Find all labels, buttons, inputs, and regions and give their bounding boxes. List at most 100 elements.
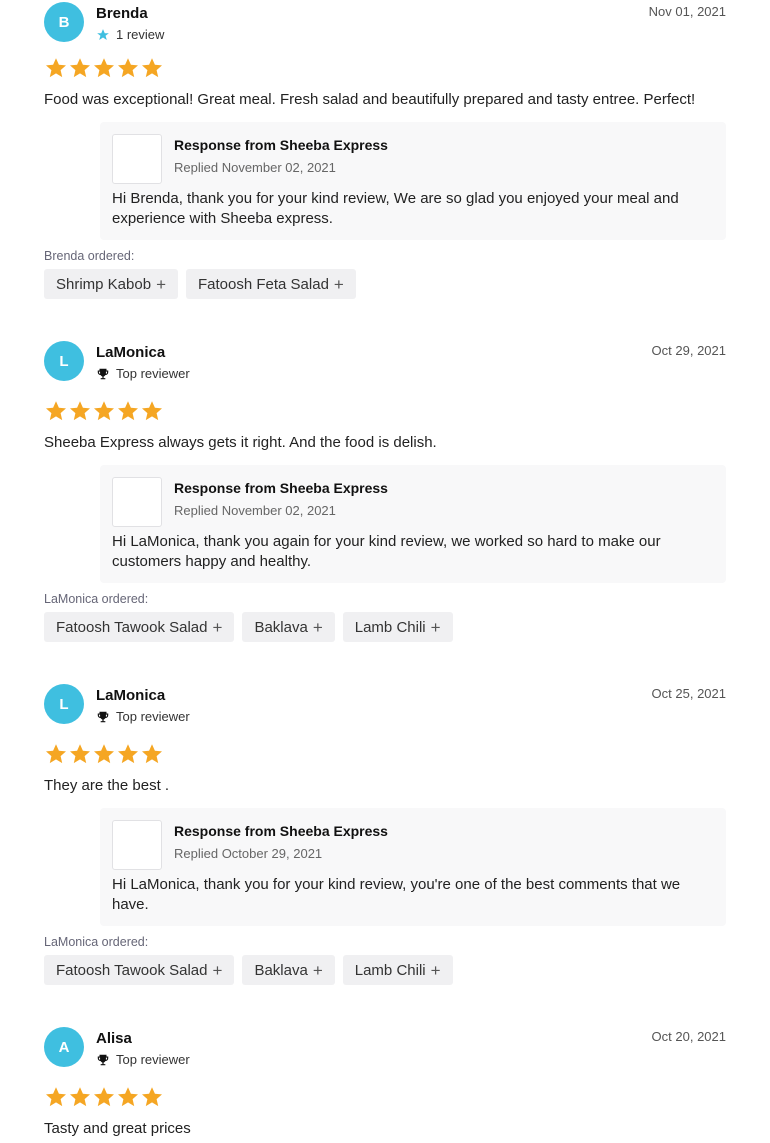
- response-date: Replied October 29, 2021: [174, 846, 323, 861]
- trophy-icon: [96, 367, 110, 381]
- review-date: Oct 29, 2021: [651, 343, 726, 358]
- owner-response: Response from Sheeba Express Replied Oct…: [100, 808, 726, 926]
- star-rating: [44, 399, 164, 423]
- review-text: Tasty and great prices: [44, 1120, 191, 1137]
- ordered-item-chip[interactable]: Lamb Chili +: [342, 955, 453, 985]
- star-icon: [118, 58, 138, 78]
- plus-icon: +: [156, 274, 166, 294]
- star-icon: [94, 58, 114, 78]
- ordered-item-chip[interactable]: Fatoosh Feta Salad +: [186, 269, 356, 299]
- avatar: A: [44, 1027, 84, 1067]
- item-label: Fatoosh Tawook Salad: [56, 618, 208, 636]
- avatar: B: [44, 2, 84, 42]
- plus-icon: +: [212, 617, 223, 637]
- trophy-icon: [96, 710, 110, 724]
- restaurant-logo: [112, 134, 162, 184]
- ordered-items: Fatoosh Tawook Salad + Baklava + Lamb Chil…: [44, 612, 453, 642]
- star-rating: [44, 1085, 164, 1109]
- star-icon: [46, 744, 66, 764]
- ordered-items: Shrimp Kabob + Fatoosh Feta Salad +: [44, 269, 356, 299]
- response-body: Hi Brenda, thank you for your kind revie…: [112, 190, 679, 227]
- star-icon: [94, 744, 114, 764]
- response-title: Response from Sheeba Express: [174, 137, 388, 153]
- reviewer-name[interactable]: LaMonica: [96, 687, 165, 704]
- reviewer-name[interactable]: Brenda: [96, 5, 148, 22]
- review-date: Oct 20, 2021: [651, 1029, 726, 1044]
- ordered-items: Fatoosh Tawook Salad + Baklava + Lamb Chil…: [44, 955, 453, 985]
- plus-icon: +: [312, 960, 323, 980]
- star-icon: [142, 58, 162, 78]
- ordered-item-chip[interactable]: Fatoosh Tawook Salad +: [44, 955, 235, 985]
- reviewer-name[interactable]: LaMonica: [96, 344, 165, 361]
- ordered-item-chip[interactable]: Baklava +: [242, 955, 335, 985]
- star-icon: [46, 58, 66, 78]
- avatar: L: [44, 341, 84, 381]
- reviewer-meta: Top reviewer: [96, 1052, 190, 1067]
- star-icon: [118, 744, 138, 764]
- star-rating: [44, 742, 164, 766]
- response-title: Response from Sheeba Express: [174, 823, 388, 839]
- plus-icon: +: [333, 274, 344, 294]
- review-card: A Alisa Top reviewer Oct 20, 2021 Tasty …: [44, 1025, 726, 1143]
- star-icon: [142, 1087, 162, 1107]
- item-label: Baklava: [254, 618, 308, 636]
- plus-icon: +: [312, 617, 323, 637]
- reviewer-badge: 1 review: [116, 27, 165, 42]
- star-rating: [44, 56, 164, 80]
- star-icon: [70, 58, 90, 78]
- trophy-icon: [96, 1053, 110, 1067]
- ordered-label: Brenda ordered:: [44, 249, 135, 263]
- item-label: Fatoosh Feta Salad: [198, 275, 329, 293]
- review-text: They are the best .: [44, 777, 170, 794]
- reviews-feed: B Brenda 1 review Nov 01, 2021 Food was …: [0, 0, 770, 1143]
- response-date: Replied November 02, 2021: [174, 160, 336, 175]
- item-label: Shrimp Kabob: [56, 275, 152, 293]
- star-icon: [70, 401, 90, 421]
- review-card: L LaMonica Top reviewer Oct 29, 2021 She…: [44, 339, 726, 642]
- review-text: Sheeba Express always gets it right. And…: [44, 434, 437, 451]
- star-icon: [46, 1087, 66, 1107]
- star-icon: [142, 401, 162, 421]
- reviewer-meta: 1 review: [96, 27, 164, 42]
- restaurant-logo: [112, 820, 162, 870]
- ordered-label: LaMonica ordered:: [44, 592, 149, 606]
- star-icon: [70, 744, 90, 764]
- item-label: Baklava: [254, 961, 308, 979]
- reviewer-badge: Top reviewer: [116, 1052, 190, 1067]
- star-icon: [96, 28, 110, 42]
- item-label: Fatoosh Tawook Salad: [56, 961, 208, 979]
- response-date: Replied November 02, 2021: [174, 503, 336, 518]
- plus-icon: +: [430, 960, 441, 980]
- review-date: Oct 25, 2021: [651, 686, 726, 701]
- star-icon: [118, 1087, 138, 1107]
- response-title: Response from Sheeba Express: [174, 480, 388, 496]
- response-body: Hi LaMonica, thank you for your kind rev…: [112, 876, 681, 913]
- review-card: L LaMonica Top reviewer Oct 25, 2021 The…: [44, 682, 726, 985]
- star-icon: [142, 744, 162, 764]
- restaurant-logo: [112, 477, 162, 527]
- star-icon: [46, 401, 66, 421]
- review-date: Nov 01, 2021: [648, 4, 726, 19]
- ordered-label: LaMonica ordered:: [44, 935, 149, 949]
- owner-response: Response from Sheeba Express Replied Nov…: [100, 122, 726, 240]
- reviewer-meta: Top reviewer: [96, 709, 190, 724]
- review-card: B Brenda 1 review Nov 01, 2021 Food was …: [44, 0, 726, 300]
- reviewer-badge: Top reviewer: [116, 366, 190, 381]
- item-label: Lamb Chili: [354, 618, 426, 636]
- star-icon: [118, 401, 138, 421]
- ordered-item-chip[interactable]: Fatoosh Tawook Salad +: [44, 612, 235, 642]
- response-body: Hi LaMonica, thank you again for your ki…: [112, 533, 661, 570]
- reviewer-meta: Top reviewer: [96, 366, 190, 381]
- reviewer-badge: Top reviewer: [116, 709, 190, 724]
- ordered-item-chip[interactable]: Baklava +: [242, 612, 335, 642]
- item-label: Lamb Chili: [354, 961, 426, 979]
- plus-icon: +: [212, 960, 223, 980]
- reviewer-name[interactable]: Alisa: [96, 1030, 132, 1047]
- ordered-item-chip[interactable]: Lamb Chili +: [342, 612, 453, 642]
- star-icon: [94, 401, 114, 421]
- star-icon: [70, 1087, 90, 1107]
- ordered-item-chip[interactable]: Shrimp Kabob +: [44, 269, 178, 299]
- avatar: L: [44, 684, 84, 724]
- review-text: Food was exceptional! Great meal. Fresh …: [44, 91, 696, 108]
- owner-response: Response from Sheeba Express Replied Nov…: [100, 465, 726, 583]
